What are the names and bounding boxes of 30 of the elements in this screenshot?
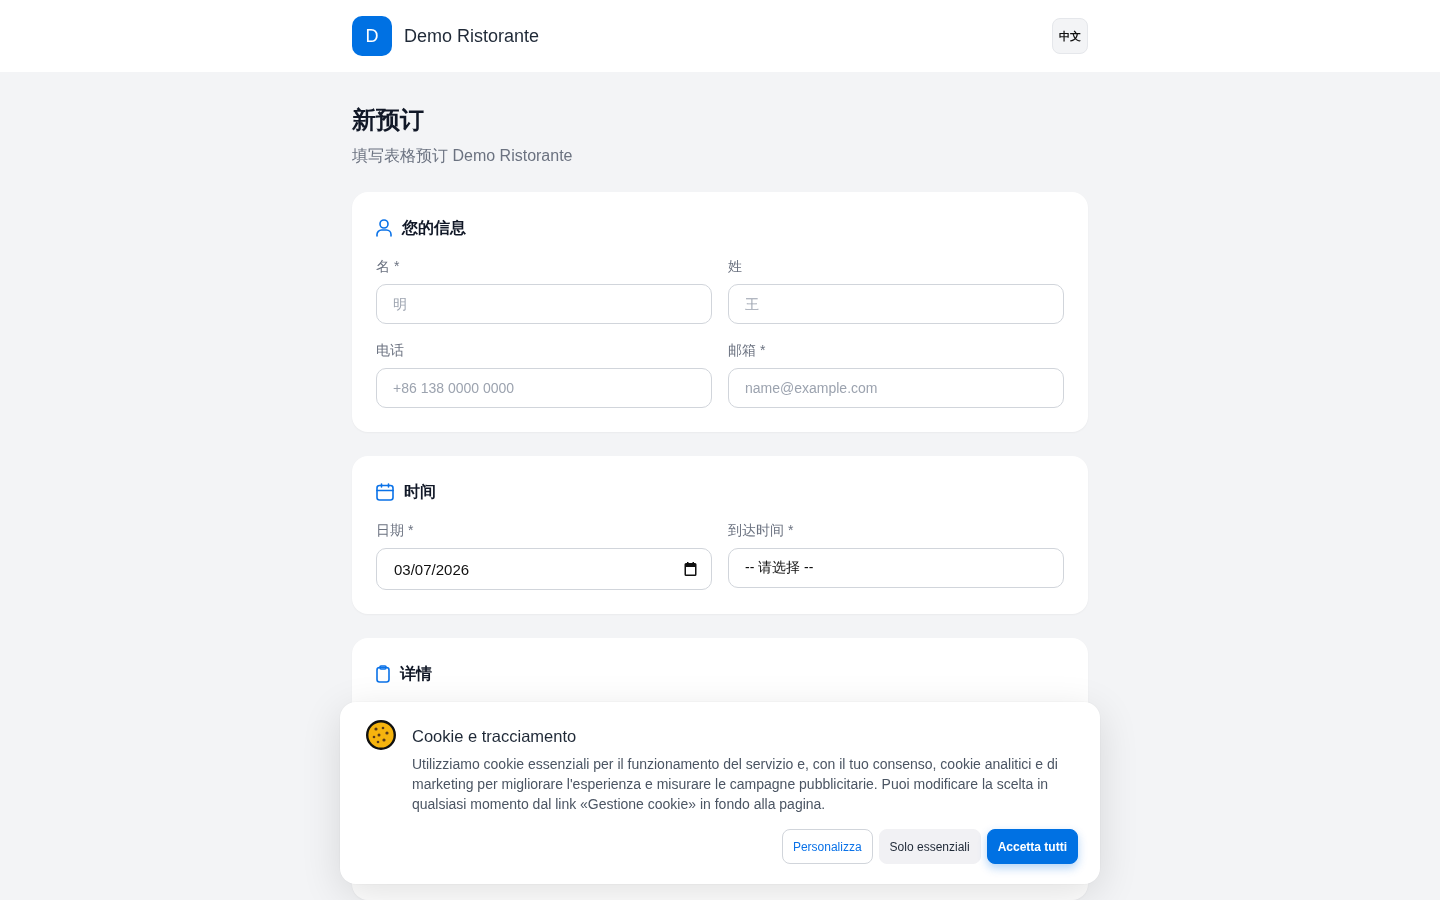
restaurant-name: Demo Ristorante (404, 25, 540, 47)
cookie-title: Cookie e tracciamento (412, 726, 577, 747)
section-title: 您的信息 (402, 217, 466, 238)
clipboard-icon (376, 665, 390, 683)
field-label: 日期 * (376, 521, 414, 540)
cookie-button[interactable]: Personalizza (781, 829, 873, 864)
field-label: 邮箱 * (728, 341, 766, 360)
cookie-icon (366, 720, 396, 750)
section-title: 时间 (404, 481, 436, 502)
person-icon (376, 219, 392, 237)
text-field[interactable]: 明 (376, 284, 712, 324)
calendar-icon (376, 483, 394, 501)
section-title: 详情 (400, 663, 432, 684)
logo: D (352, 16, 392, 56)
cookie-button[interactable]: Solo essenziali (878, 829, 981, 864)
page-title: 新预订 (352, 105, 424, 135)
select-field[interactable]: -- 请选择 -- (728, 548, 1064, 588)
field-label: 电话 (376, 341, 404, 360)
field-label: 姓 (728, 257, 742, 276)
field-label: 到达时间 * (728, 521, 794, 540)
text-field[interactable]: +86 138 0000 0000 (376, 368, 712, 408)
text-field[interactable]: 王 (728, 284, 1064, 324)
field-label: 名 * (376, 257, 400, 276)
cookie-text: Utilizziamo cookie essenziali per il funzionamento del servizio e, con il tuo consenso, cookie analitici e di marketing per migliorare l'esperienza e misurare le campagne pubblicitarie. Puoi modificare la scelta in qualsiasi momento dal link «Gestione cookie» in fondo alla pagina. (412, 755, 1059, 814)
language-button[interactable]: 中文 (1052, 18, 1088, 54)
page-subtitle: 填写表格预订 Demo Ristorante (352, 146, 573, 166)
cookie-button[interactable]: Accetta tutti (986, 829, 1078, 864)
calendar-icon[interactable] (684, 562, 697, 576)
date-field[interactable]: 03/07/2026 (376, 548, 712, 590)
text-field[interactable]: name@example.com (728, 368, 1064, 408)
